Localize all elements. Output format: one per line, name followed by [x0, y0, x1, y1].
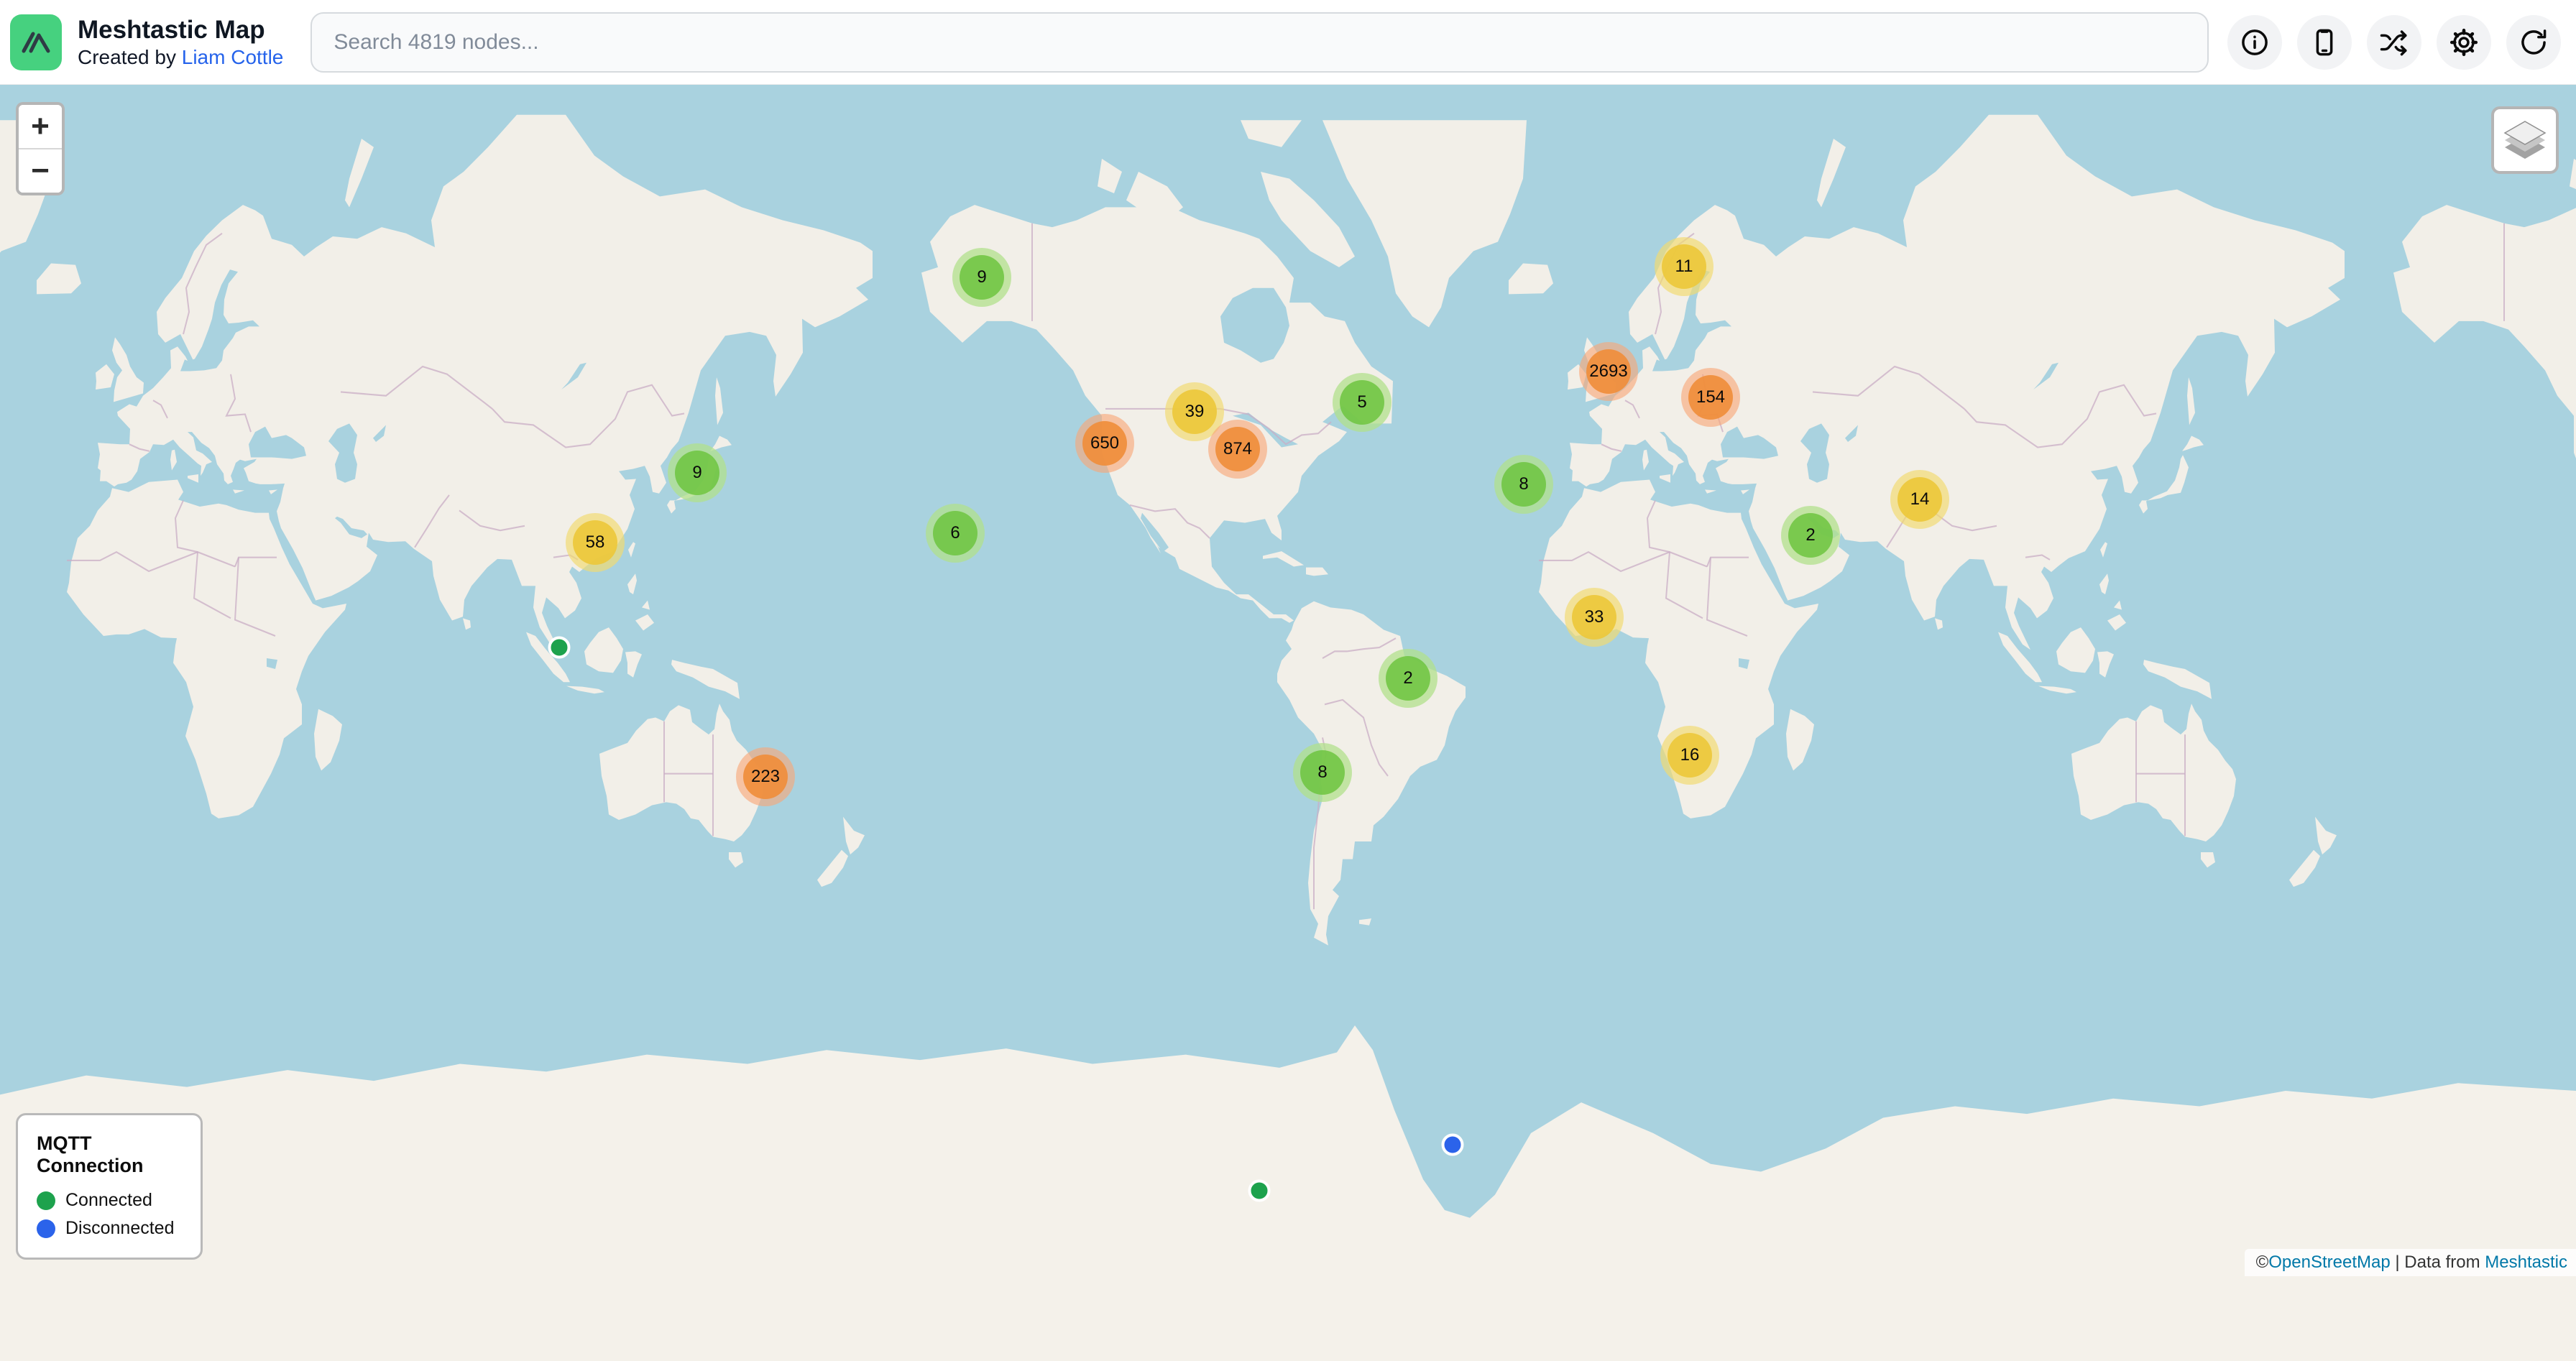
legend-item-disconnected: Disconnected: [37, 1218, 182, 1239]
cluster-marker[interactable]: 8: [1293, 743, 1352, 802]
cluster-marker[interactable]: 223: [736, 747, 795, 806]
layers-control[interactable]: [2491, 106, 2559, 174]
cluster-marker[interactable]: 874: [1208, 420, 1267, 479]
cluster-marker[interactable]: 650: [1075, 414, 1134, 473]
openstreetmap-link[interactable]: OpenStreetMap: [2268, 1252, 2390, 1273]
refresh-button[interactable]: [2506, 15, 2561, 70]
author-link[interactable]: Liam Cottle: [182, 46, 284, 68]
cluster-marker[interactable]: 8: [1494, 455, 1553, 514]
app-header: Meshtastic Map Created by Liam Cottle: [0, 0, 2576, 85]
cluster-count: 11: [1662, 244, 1706, 289]
cluster-marker[interactable]: 33: [1565, 588, 1624, 647]
cluster-count: 8: [1501, 462, 1546, 507]
attribution-separator: | Data from: [2391, 1252, 2485, 1273]
cluster-count: 874: [1215, 427, 1260, 471]
meshtastic-logo-icon: [19, 25, 53, 60]
cluster-count: 154: [1688, 375, 1733, 420]
cluster-marker[interactable]: 9: [668, 443, 727, 502]
map-canvas[interactable]: 9 39 650 874 5 11 2693 154 8 2 14 9 58 6 33 2 8 223 16 + −…: [0, 85, 2576, 1276]
mobile-app-button[interactable]: [2297, 15, 2352, 70]
cluster-marker[interactable]: 5: [1333, 373, 1392, 432]
disconnected-dot: [37, 1219, 55, 1238]
cluster-count: 5: [1340, 380, 1384, 425]
layers-icon: [2501, 120, 2549, 160]
info-button[interactable]: [2227, 15, 2282, 70]
cluster-count: 6: [933, 511, 978, 555]
node-marker-disconnected[interactable]: [1442, 1134, 1464, 1156]
node-marker-connected[interactable]: [1248, 1180, 1271, 1202]
app-subtitle: Created by Liam Cottle: [78, 45, 283, 69]
zoom-in-button[interactable]: +: [19, 105, 62, 148]
cluster-marker[interactable]: 16: [1660, 726, 1719, 785]
cluster-count: 650: [1082, 421, 1127, 466]
connected-dot: [37, 1191, 55, 1210]
meshtastic-link[interactable]: Meshtastic: [2485, 1252, 2567, 1273]
subtitle-prefix: Created by: [78, 46, 182, 68]
legend-title: MQTT Connection: [37, 1132, 182, 1177]
shuffle-button[interactable]: [2367, 15, 2421, 70]
cluster-count: 16: [1668, 733, 1712, 778]
smartphone-icon: [2309, 27, 2340, 57]
meshtastic-logo[interactable]: [10, 14, 62, 70]
cluster-count: 14: [1898, 477, 1942, 522]
cluster-count: 33: [1572, 595, 1616, 640]
search-input[interactable]: [310, 12, 2209, 73]
brand-block: Meshtastic Map Created by Liam Cottle: [78, 15, 283, 68]
legend-label: Disconnected: [65, 1218, 174, 1239]
app-title: Meshtastic Map: [78, 15, 283, 45]
cluster-marker[interactable]: 9: [952, 248, 1011, 307]
legend-label: Connected: [65, 1190, 152, 1211]
settings-icon: [2449, 27, 2479, 57]
cluster-count: 9: [960, 255, 1004, 300]
cluster-marker[interactable]: 2: [1781, 506, 1840, 565]
cluster-count: 2693: [1586, 349, 1631, 394]
zoom-out-button[interactable]: −: [19, 149, 62, 193]
cluster-count: 39: [1172, 389, 1217, 434]
legend-item-connected: Connected: [37, 1190, 182, 1211]
cluster-marker[interactable]: 154: [1681, 368, 1740, 427]
cluster-count: 2: [1386, 656, 1430, 701]
node-marker-connected[interactable]: [548, 637, 571, 659]
cluster-marker[interactable]: 14: [1890, 470, 1949, 529]
cluster-count: 9: [675, 451, 719, 495]
cluster-count: 58: [573, 520, 617, 565]
cluster-marker[interactable]: 58: [566, 513, 625, 572]
shuffle-icon: [2379, 27, 2409, 57]
mqtt-legend: MQTT Connection Connected Disconnected: [16, 1113, 203, 1260]
cluster-count: 223: [743, 755, 788, 799]
refresh-icon: [2518, 27, 2549, 57]
cluster-count: 2: [1788, 513, 1833, 558]
copyright-symbol: ©: [2256, 1252, 2269, 1273]
cluster-marker[interactable]: 6: [926, 504, 985, 563]
marker-layer: 9 39 650 874 5 11 2693 154 8 2 14 9 58 6 33 2 8 223 16: [0, 0, 2576, 1276]
cluster-marker[interactable]: 2693: [1579, 342, 1638, 401]
zoom-control: + −: [16, 102, 65, 195]
info-icon: [2240, 27, 2270, 57]
settings-button[interactable]: [2437, 15, 2491, 70]
map-attribution: © OpenStreetMap | Data from Meshtastic: [2245, 1249, 2576, 1276]
cluster-marker[interactable]: 11: [1655, 237, 1714, 296]
cluster-marker[interactable]: 2: [1379, 649, 1438, 708]
cluster-count: 8: [1300, 750, 1345, 795]
